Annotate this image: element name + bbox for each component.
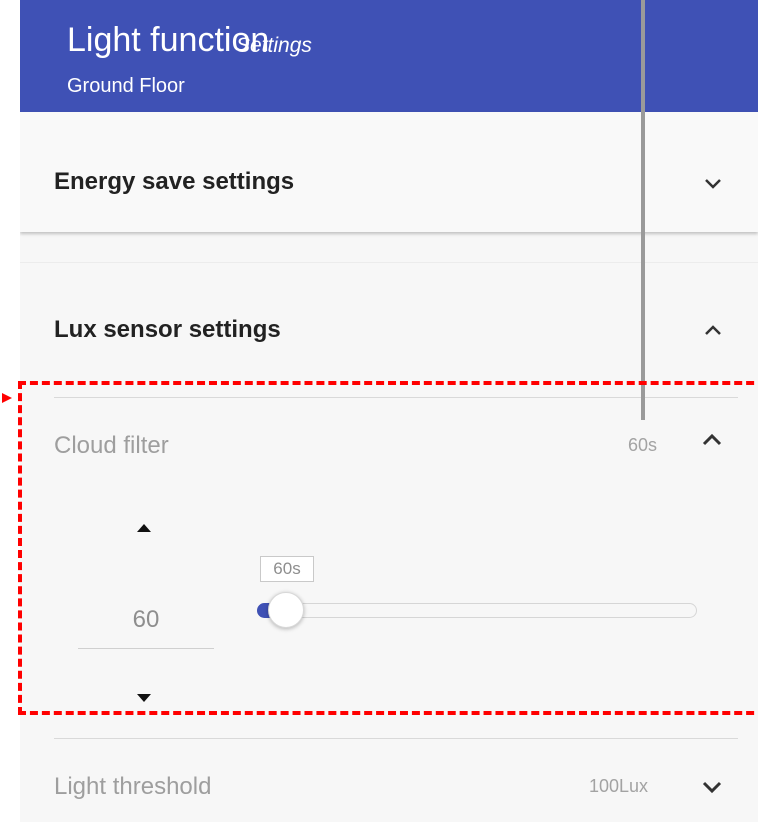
app-header: Light function Settings Ground Floor	[20, 0, 758, 112]
chevron-down-icon[interactable]	[702, 780, 722, 794]
light-threshold-label[interactable]: Light threshold	[54, 773, 211, 801]
light-threshold-value: 100Lux	[589, 776, 649, 796]
divider	[54, 738, 738, 739]
floor-label: Ground Floor	[67, 75, 185, 97]
arrow-icon	[2, 393, 12, 403]
chevron-down-icon[interactable]	[704, 178, 722, 190]
energy-save-section[interactable]: Energy save settings	[20, 112, 758, 232]
callout-line	[641, 0, 645, 420]
chevron-up-icon[interactable]	[704, 324, 722, 336]
energy-save-label: Energy save settings	[54, 168, 295, 195]
highlight-box	[18, 381, 758, 715]
page-subtitle: Settings	[236, 34, 312, 57]
lux-sensor-label[interactable]: Lux sensor settings	[54, 316, 281, 344]
